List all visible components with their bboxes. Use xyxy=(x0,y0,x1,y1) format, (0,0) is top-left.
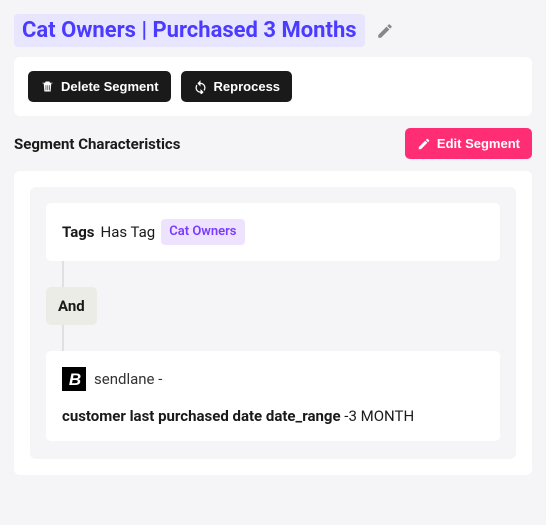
actions-card: Delete Segment Reprocess xyxy=(14,57,532,116)
connector: And xyxy=(46,261,500,351)
delete-segment-label: Delete Segment xyxy=(61,79,159,94)
bigcommerce-logo-icon: B xyxy=(62,367,86,391)
rules-container: Tags Has Tag Cat Owners And B sendlane -… xyxy=(30,187,516,459)
and-badge: And xyxy=(46,287,97,325)
rule-block-integration: B sendlane - customer last purchased dat… xyxy=(46,351,500,441)
characteristics-header: Segment Characteristics Edit Segment xyxy=(14,128,532,159)
rule-block-tags: Tags Has Tag Cat Owners xyxy=(46,203,500,261)
reprocess-button[interactable]: Reprocess xyxy=(181,71,292,102)
tag-chip: Cat Owners xyxy=(161,219,244,245)
refresh-icon xyxy=(193,79,208,94)
page-title: Cat Owners | Purchased 3 Months xyxy=(14,14,365,47)
trash-icon xyxy=(40,79,55,94)
condition-value: -3 MONTH xyxy=(344,407,414,425)
characteristics-title: Segment Characteristics xyxy=(14,135,180,153)
edit-segment-label: Edit Segment xyxy=(437,136,520,151)
delete-segment-button[interactable]: Delete Segment xyxy=(28,71,171,102)
edit-title-icon[interactable] xyxy=(375,21,395,41)
edit-segment-button[interactable]: Edit Segment xyxy=(405,128,532,159)
condition-field: customer last purchased date date_range xyxy=(62,407,341,425)
condition-text: customer last purchased date date_range … xyxy=(62,407,484,425)
title-row: Cat Owners | Purchased 3 Months xyxy=(14,14,532,47)
pencil-icon xyxy=(417,137,431,151)
rule-operator: Has Tag xyxy=(101,222,156,243)
rules-card: Tags Has Tag Cat Owners And B sendlane -… xyxy=(14,171,532,475)
integration-name: sendlane - xyxy=(94,370,162,388)
reprocess-label: Reprocess xyxy=(214,79,280,94)
rule-field-label: Tags xyxy=(62,222,95,243)
